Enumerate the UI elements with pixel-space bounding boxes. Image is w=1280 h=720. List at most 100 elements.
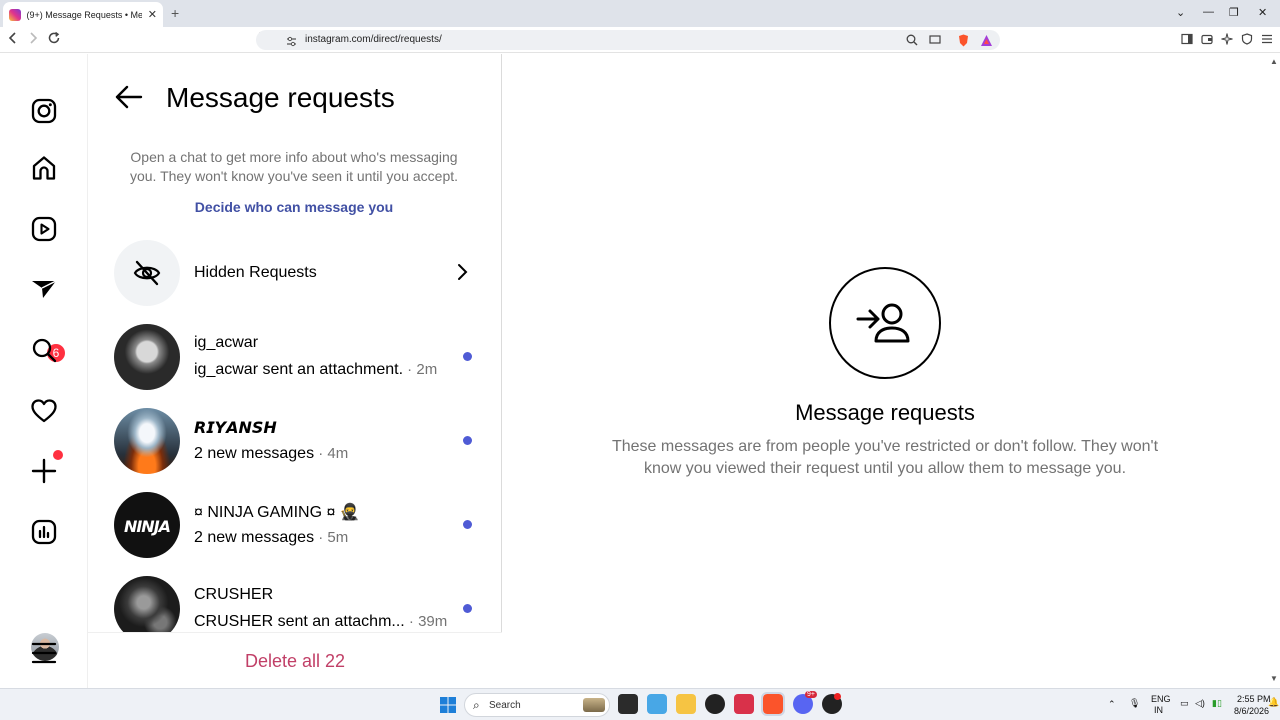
request-username: CRUSHER xyxy=(194,586,274,603)
notifications-bell-icon[interactable]: 🔔 xyxy=(1268,697,1279,708)
search-icon: ⌕ xyxy=(473,698,480,712)
tab-close-icon[interactable]: ✕ xyxy=(148,8,157,21)
zoom-icon[interactable] xyxy=(905,33,919,47)
brave-rewards-icon[interactable] xyxy=(979,33,993,47)
taskbar-app-photos[interactable] xyxy=(647,694,667,714)
wallet-shape-icon xyxy=(1201,34,1213,45)
address-bar[interactable]: instagram.com/direct/requests/ xyxy=(256,30,1000,50)
wallet-icon[interactable] xyxy=(1200,32,1214,46)
back-icon xyxy=(8,32,16,44)
screen-icon xyxy=(929,35,941,44)
nav-instagram-logo[interactable] xyxy=(29,96,59,126)
hidden-requests-circle xyxy=(114,240,180,306)
minimize-button[interactable]: — xyxy=(1203,6,1214,18)
delete-all-button[interactable]: Delete all 22 xyxy=(88,651,502,672)
close-window-button[interactable]: ✕ xyxy=(1258,6,1267,19)
hamburger-icon xyxy=(1262,34,1272,44)
back-arrow-icon[interactable] xyxy=(114,84,144,110)
panel-icon xyxy=(1181,33,1193,45)
nav-dashboard[interactable] xyxy=(29,517,59,547)
hidden-requests-row[interactable]: Hidden Requests xyxy=(114,240,474,306)
ninja-logo-icon: NINJA xyxy=(124,517,172,536)
nav-home[interactable] xyxy=(29,153,59,183)
decide-who-can-message-link[interactable]: Decide who can message you xyxy=(118,199,470,215)
sidebar-toggle-icon[interactable] xyxy=(1180,32,1194,46)
cast-icon[interactable] xyxy=(928,33,942,47)
volume-icon[interactable]: ◁) xyxy=(1195,698,1205,709)
chart-icon xyxy=(31,519,57,545)
language-indicator[interactable]: ENG xyxy=(1151,694,1171,704)
requests-panel: Message requests Open a chat to get more… xyxy=(88,54,502,688)
maximize-button[interactable]: ❐ xyxy=(1229,6,1239,19)
vpn-icon[interactable] xyxy=(1240,32,1254,46)
request-preview: 2 new messages · 4m xyxy=(194,445,348,463)
heart-icon xyxy=(31,399,57,423)
scroll-up-icon[interactable]: ▲ xyxy=(1270,57,1278,66)
microphone-icon[interactable]: 🎙 xyxy=(1129,698,1140,709)
eye-off-icon xyxy=(133,260,161,286)
reload-button[interactable] xyxy=(47,31,61,48)
nav-notifications[interactable] xyxy=(29,396,59,426)
leo-ai-icon[interactable] xyxy=(1220,32,1234,46)
tab-search-icon[interactable]: ⌄ xyxy=(1176,6,1185,19)
taskbar-app-file-explorer[interactable] xyxy=(676,694,696,714)
search-highlight-image xyxy=(583,698,605,712)
nav-messages[interactable] xyxy=(29,275,59,305)
triangle-icon xyxy=(980,34,992,46)
request-row[interactable]: 𝙍𝙄𝙔𝘼𝙉𝙎𝙃 2 new messages · 4m xyxy=(114,408,474,474)
windows-logo-icon xyxy=(440,697,456,713)
page-scrollbar[interactable]: ▲ ▼ xyxy=(1268,54,1280,688)
back-button[interactable] xyxy=(8,31,18,48)
url-text: instagram.com/direct/requests/ xyxy=(305,34,442,45)
browser-toolbar: instagram.com/direct/requests/ xyxy=(0,27,1280,53)
start-button[interactable] xyxy=(440,697,456,718)
tray-overflow-icon[interactable]: ⌃ xyxy=(1108,699,1116,710)
instagram-logo-icon xyxy=(31,98,57,124)
taskbar-app-steam[interactable] xyxy=(705,694,725,714)
request-avatar xyxy=(114,324,180,390)
nav-search[interactable] xyxy=(29,335,59,365)
nav-more[interactable] xyxy=(29,638,59,668)
svg-text:NINJA: NINJA xyxy=(124,517,171,536)
taskbar-app-brave[interactable] xyxy=(761,692,785,716)
battery-icon[interactable]: ▮▯ xyxy=(1212,698,1222,709)
request-time: · 5m xyxy=(314,529,349,546)
instagram-favicon-icon xyxy=(9,8,21,21)
brave-shields-icon[interactable] xyxy=(956,33,970,47)
forward-button[interactable] xyxy=(28,31,38,48)
empty-state-description: These messages are from people you've re… xyxy=(611,438,1159,477)
clock-time[interactable]: 2:55 PM xyxy=(1237,694,1271,704)
request-username: 𝙍𝙄𝙔𝘼𝙉𝙎𝙃 xyxy=(194,420,277,437)
page-title: Message requests xyxy=(166,82,395,113)
unread-dot xyxy=(463,352,472,361)
nav-reels[interactable] xyxy=(29,214,59,244)
request-time: · 39m xyxy=(404,613,448,630)
unread-dot xyxy=(463,436,472,445)
request-preview-text: ig_acwar sent an attachment. xyxy=(194,361,404,378)
instagram-side-nav: 6 xyxy=(0,54,88,688)
new-tab-button[interactable]: + xyxy=(171,5,179,21)
menu-icon[interactable] xyxy=(1260,32,1274,46)
request-row[interactable]: NINJA ¤ NINJA GAMING ¤ 🥷 2 new messages … xyxy=(114,492,474,558)
empty-state-title: Message requests xyxy=(795,400,975,425)
reels-icon xyxy=(31,216,57,242)
taskbar-app-terminal[interactable] xyxy=(618,694,638,714)
scroll-down-icon[interactable]: ▼ xyxy=(1270,674,1278,683)
network-icon[interactable]: ▭ xyxy=(1180,698,1189,709)
person-arrow-icon xyxy=(856,303,910,343)
taskbar-search[interactable]: ⌕ Search xyxy=(464,693,610,717)
site-settings-icon[interactable] xyxy=(286,34,297,52)
request-preview: ig_acwar sent an attachment. · 2m xyxy=(194,361,437,379)
windows-taskbar: ⌕ Search 9+ ⌃ 🎙 ENG IN ▭ ◁) ▮▯ 2:55 PM 8… xyxy=(0,688,1280,720)
app-alert-dot xyxy=(834,693,841,700)
request-username: ¤ NINJA GAMING ¤ 🥷 xyxy=(194,504,360,521)
taskbar-app-editor[interactable] xyxy=(734,694,754,714)
request-username: ig_acwar xyxy=(194,334,259,351)
request-time: · 2m xyxy=(403,361,438,378)
clock-date: 8/6/2026 xyxy=(1234,706,1270,716)
nav-create[interactable] xyxy=(29,456,59,486)
unread-dot xyxy=(463,604,472,613)
tab-title: (9+) Message Requests • Messages xyxy=(26,9,142,20)
browser-tab[interactable]: (9+) Message Requests • Messages ✕ xyxy=(3,2,163,27)
request-row[interactable]: ig_acwar ig_acwar sent an attachment. · … xyxy=(114,324,474,390)
